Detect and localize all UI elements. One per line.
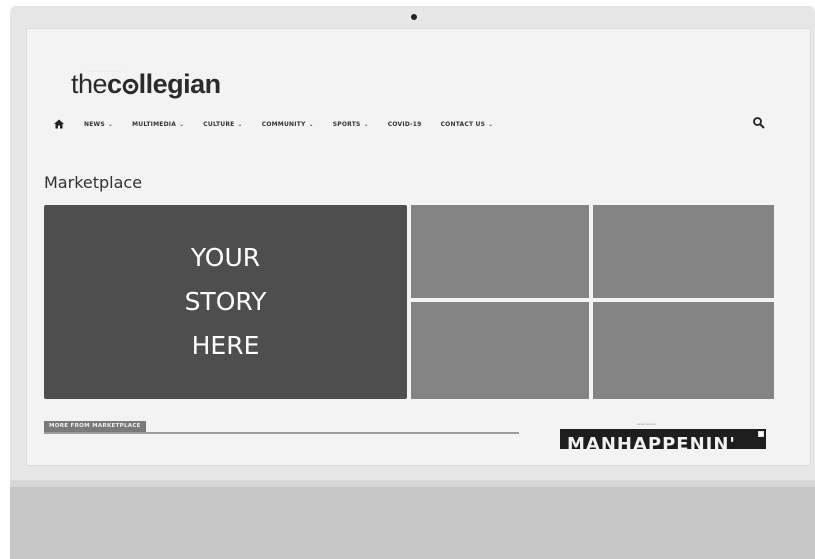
chevron-down-icon: ⌄ <box>308 120 314 128</box>
nav-item-contact-us[interactable]: CONTACT US ⌄ <box>441 121 494 128</box>
hero-line: HERE <box>191 331 260 360</box>
section-divider <box>44 432 519 434</box>
story-tile[interactable] <box>411 205 589 298</box>
nav-item-community[interactable]: COMMUNITY ⌄ <box>262 121 314 128</box>
logo-text-light: the <box>71 69 108 99</box>
chevron-down-icon: ⌄ <box>488 120 494 128</box>
ad-banner-text: MANHAPPENIN' <box>567 434 736 449</box>
main-nav: NEWS ⌄ MULTIMEDIA ⌄ CULTURE ⌄ COMMUNITY ⌄ SP… <box>53 117 512 131</box>
story-tile[interactable] <box>411 302 589 399</box>
home-icon[interactable] <box>53 118 65 130</box>
ad-close-icon[interactable] <box>758 431 764 437</box>
ad-label: advertisement <box>637 422 656 426</box>
logo-o-icon <box>122 78 138 95</box>
device-bezel-edge <box>10 480 815 487</box>
logo-text-llegian: llegian <box>138 69 222 99</box>
search-icon[interactable] <box>752 116 766 130</box>
story-tile[interactable] <box>593 302 774 399</box>
chevron-down-icon: ⌄ <box>107 120 114 128</box>
section-title: Marketplace <box>44 173 143 192</box>
featured-story-card[interactable]: YOUR STORY HERE <box>44 205 407 399</box>
camera-dot <box>411 14 417 20</box>
nav-item-sports[interactable]: SPORTS ⌄ <box>333 121 369 128</box>
nav-item-news[interactable]: NEWS ⌄ <box>84 121 113 128</box>
site-logo[interactable]: thec llegian <box>71 69 221 100</box>
more-from-marketplace-label: MORE FROM MARKETPLACE <box>44 421 146 432</box>
story-tile[interactable] <box>593 205 774 298</box>
chevron-down-icon: ⌄ <box>363 120 369 128</box>
browser-screen: ................. thec llegian NEWS ⌄ MULT… <box>26 28 811 466</box>
hero-line: STORY <box>184 287 267 316</box>
chevron-down-icon: ⌄ <box>179 120 185 128</box>
ad-banner[interactable]: MANHAPPENIN' <box>560 429 766 449</box>
nav-item-multimedia[interactable]: MULTIMEDIA ⌄ <box>132 121 184 128</box>
hero-line: YOUR <box>190 243 261 272</box>
logo-text-c: c <box>107 69 122 99</box>
device-chin <box>10 487 815 559</box>
chevron-down-icon: ⌄ <box>237 120 243 128</box>
nav-item-covid-19[interactable]: COVID-19 <box>388 121 422 128</box>
nav-item-culture[interactable]: CULTURE ⌄ <box>203 121 242 128</box>
